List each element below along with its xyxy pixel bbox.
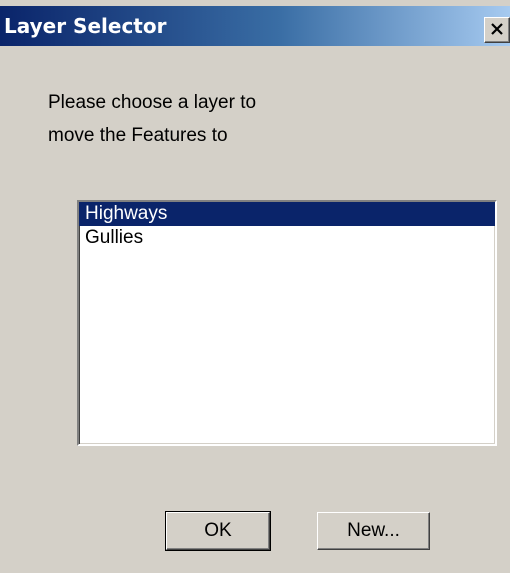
- window-title: Layer Selector: [4, 14, 167, 38]
- list-item-highways[interactable]: Highways: [79, 202, 495, 226]
- list-item-gullies[interactable]: Gullies: [79, 226, 495, 250]
- ok-button[interactable]: OK: [165, 511, 271, 551]
- close-button[interactable]: [484, 17, 510, 43]
- close-icon: [491, 23, 503, 35]
- layer-listbox[interactable]: Highways Gullies: [77, 200, 497, 446]
- prompt-line-2: move the Features to: [48, 125, 228, 146]
- prompt-line-1: Please choose a layer to: [48, 92, 257, 113]
- title-bar[interactable]: Layer Selector: [0, 6, 510, 46]
- new-button[interactable]: New...: [317, 512, 430, 550]
- prompt-text: Please choose a layer to move the Featur…: [48, 86, 256, 152]
- layer-selector-dialog: Layer Selector Please choose a layer to …: [0, 0, 510, 573]
